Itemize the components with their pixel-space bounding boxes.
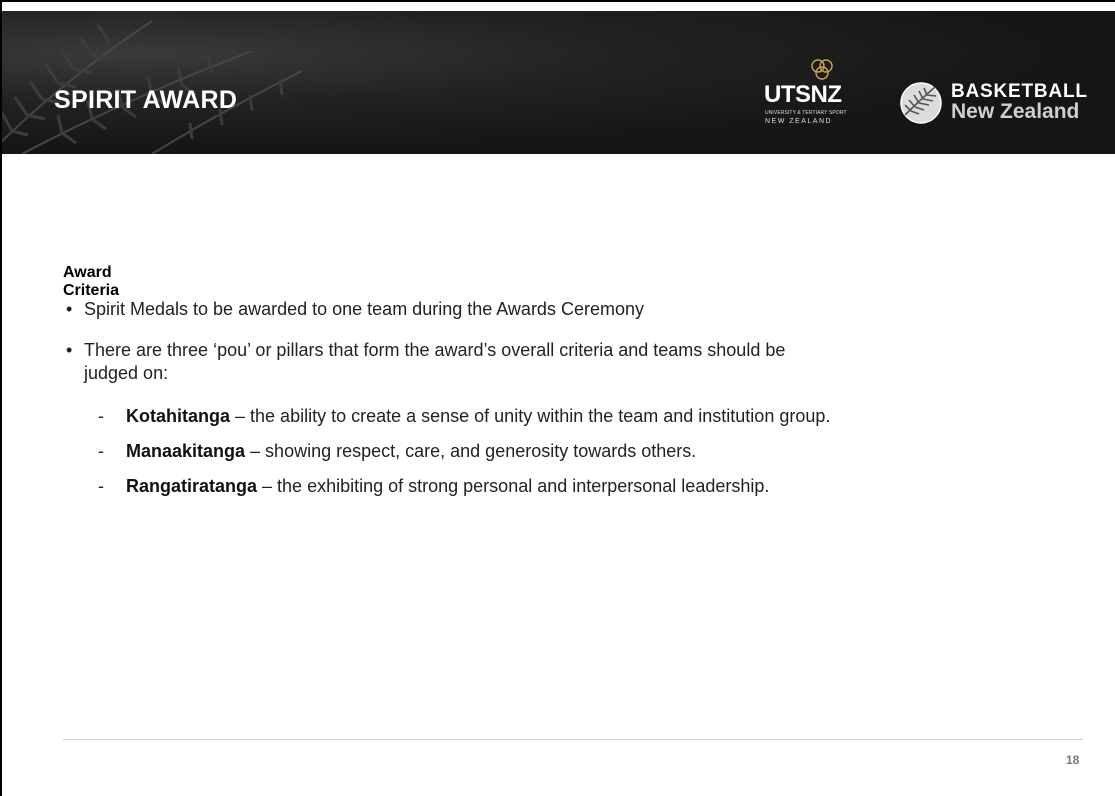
criteria-heading: Award Criteria (63, 264, 120, 299)
pillar-description: – showing respect, care, and generosity … (245, 441, 697, 461)
pillar-term: Kotahitanga (126, 406, 231, 426)
pillar-term: Manaakitanga (126, 441, 246, 461)
slide: SPIRIT AWARD UTSNZ UNIVERSITY & TERTIARY… (0, 0, 1115, 796)
pillar-description: – the exhibiting of strong personal and … (257, 476, 770, 496)
utsnz-wordmark: UTSNZ (764, 81, 842, 108)
page-number: 18 (1066, 753, 1080, 767)
bullet-text-continuation: judged on: (84, 363, 169, 383)
fern-background-icon (2, 20, 303, 154)
basketball-nz-logo: BASKETBALL New Zealand (899, 79, 1099, 129)
bullet-text: There are three ‘pou’ or pillars that fo… (84, 340, 786, 360)
pillar-marker: - (98, 476, 104, 496)
pillar-description: – the ability to create a sense of unity… (230, 406, 831, 426)
utsnz-subline-1: UNIVERSITY & TERTIARY SPORT (765, 110, 847, 116)
slide-title: SPIRIT AWARD (54, 86, 238, 114)
pillar-marker: - (98, 441, 104, 461)
utsnz-subline-2: NEW ZEALAND (765, 118, 833, 125)
bullet-marker: • (66, 299, 73, 319)
utsnz-logo: UTSNZ UNIVERSITY & TERTIARY SPORT NEW ZE… (764, 55, 876, 154)
utsnz-rings-icon (811, 59, 833, 80)
bullet-text: Spirit Medals to be awarded to one team … (84, 299, 644, 319)
pillar-marker: - (98, 406, 104, 426)
bnz-wordmark-line2: New Zealand (951, 100, 1080, 123)
bullet-marker: • (66, 340, 73, 360)
header-banner: SPIRIT AWARD UTSNZ UNIVERSITY & TERTIARY… (2, 11, 1115, 154)
pillar-term: Rangatiratanga (126, 476, 258, 496)
basketball-fern-ball-icon (900, 82, 942, 124)
footer-divider (63, 739, 1083, 740)
